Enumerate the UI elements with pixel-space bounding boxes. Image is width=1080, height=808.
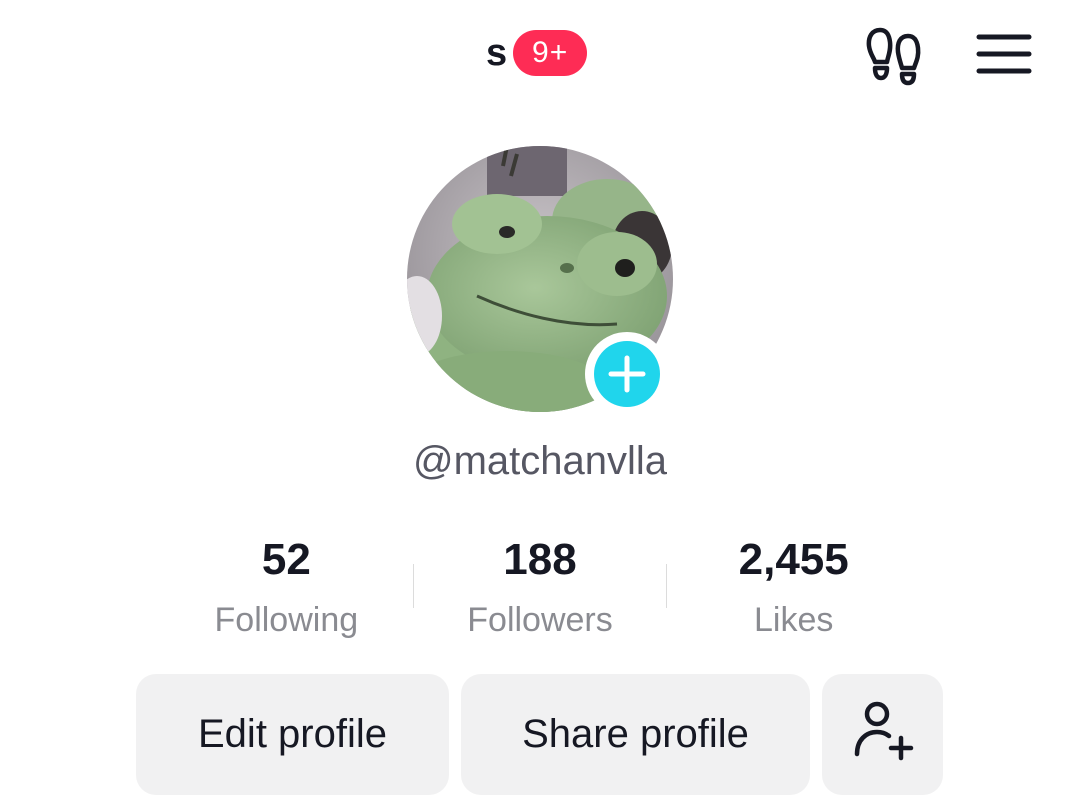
- account-switcher[interactable]: s 9+: [486, 28, 588, 78]
- account-name: s: [486, 32, 508, 74]
- stat-likes[interactable]: 2,455 Likes: [667, 530, 920, 650]
- stat-followers[interactable]: 188 Followers: [414, 530, 667, 650]
- username: @matchanvlla: [412, 439, 668, 483]
- add-friend-icon: [851, 698, 915, 772]
- hamburger-menu-icon[interactable]: [974, 32, 1034, 76]
- notification-badge: 9+: [513, 30, 588, 76]
- likes-label: Likes: [753, 601, 834, 639]
- following-count: 52: [261, 535, 311, 584]
- avatar-container: [407, 146, 673, 416]
- stat-following[interactable]: 52 Following: [160, 530, 413, 650]
- likes-count: 2,455: [738, 535, 849, 584]
- plus-icon: [594, 341, 660, 407]
- footprints-icon[interactable]: [862, 24, 926, 86]
- edit-profile-button[interactable]: Edit profile: [136, 674, 449, 795]
- followers-count: 188: [503, 535, 577, 584]
- followers-label: Followers: [467, 601, 613, 639]
- profile-actions: Edit profile Share profile: [136, 674, 943, 795]
- following-label: Following: [214, 601, 359, 639]
- profile-stats: 52 Following 188 Followers 2,455 Likes: [160, 530, 920, 650]
- add-avatar-button[interactable]: [585, 332, 669, 416]
- add-friend-button[interactable]: [822, 674, 943, 795]
- top-bar: s 9+: [0, 0, 1080, 110]
- share-profile-button[interactable]: Share profile: [461, 674, 810, 795]
